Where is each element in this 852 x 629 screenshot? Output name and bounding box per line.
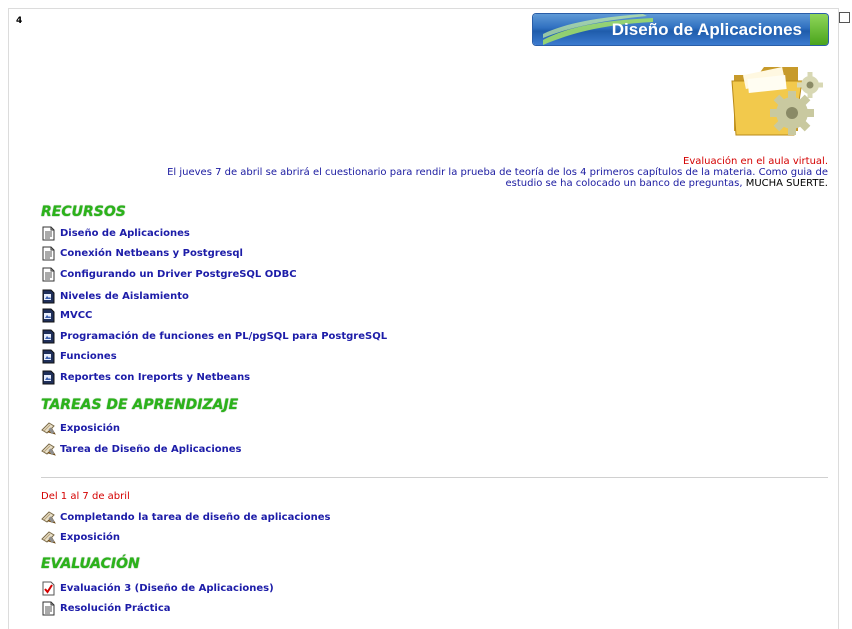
document-icon	[41, 267, 56, 282]
week-number: 4	[16, 16, 23, 26]
assignment-link-label[interactable]: Exposición	[60, 423, 120, 434]
resource-link[interactable]: Configurando un Driver PostgreSQL ODBC	[41, 266, 297, 282]
announcement-luck: MUCHA SUERTE.	[742, 178, 828, 189]
folder-gear-icon	[731, 66, 823, 136]
assignment-link-label[interactable]: Completando la tarea de diseño de aplica…	[60, 512, 330, 523]
date-range: Del 1 al 7 de abril	[41, 491, 130, 502]
section-heading-recursos: RECURSOS	[41, 204, 126, 220]
resource-link-label[interactable]: MVCC	[60, 310, 92, 321]
resource-link[interactable]: Reportes con Ireports y Netbeans	[41, 369, 250, 385]
resource-link[interactable]: Programación de funciones en PL/pgSQL pa…	[41, 328, 387, 344]
pdf-icon	[41, 289, 56, 304]
assignment-link[interactable]: Completando la tarea de diseño de aplica…	[41, 509, 330, 525]
resource-link[interactable]: Resolución Práctica	[41, 600, 171, 616]
banner-accent	[810, 14, 828, 45]
section-heading-tareas: TAREAS DE APRENDIZAJE	[41, 397, 239, 413]
assignment-icon	[41, 421, 56, 436]
pdf-icon	[41, 308, 56, 323]
resource-link-label[interactable]: Resolución Práctica	[60, 603, 171, 614]
assignment-link-label[interactable]: Exposición	[60, 532, 120, 543]
announcement-line: El jueves 7 de abril se abrirá el cuesti…	[167, 167, 828, 178]
resource-link[interactable]: Conexión Netbeans y Postgresql	[41, 245, 243, 261]
quiz-link-label[interactable]: Evaluación 3 (Diseño de Aplicaciones)	[60, 583, 274, 594]
highlight-checkbox[interactable]	[839, 12, 850, 23]
announcement: Evaluación en el aula virtual. El jueves…	[68, 156, 828, 189]
resource-link-label[interactable]: Conexión Netbeans y Postgresql	[60, 248, 243, 259]
announcement-title: Evaluación en el aula virtual.	[683, 156, 828, 167]
quiz-link[interactable]: Evaluación 3 (Diseño de Aplicaciones)	[41, 580, 274, 596]
resource-link[interactable]: Niveles de Aislamiento	[41, 288, 189, 304]
resource-link-label[interactable]: Programación de funciones en PL/pgSQL pa…	[60, 331, 387, 342]
topic-frame	[8, 8, 839, 629]
assignment-link[interactable]: Exposición	[41, 420, 120, 436]
resource-link-label[interactable]: Niveles de Aislamiento	[60, 291, 189, 302]
banner-title: Diseño de Aplicaciones	[611, 20, 802, 39]
quiz-icon	[41, 581, 56, 596]
section-divider	[41, 477, 828, 478]
assignment-link[interactable]: Exposición	[41, 529, 120, 545]
course-banner: Diseño de Aplicaciones	[533, 14, 828, 45]
resource-link-label[interactable]: Funciones	[60, 351, 117, 362]
resource-link[interactable]: Funciones	[41, 348, 117, 364]
document-icon	[41, 226, 56, 241]
pdf-icon	[41, 370, 56, 385]
assignment-icon	[41, 530, 56, 545]
resource-link[interactable]: Diseño de Aplicaciones	[41, 225, 190, 241]
assignment-link[interactable]: Tarea de Diseño de Aplicaciones	[41, 441, 242, 457]
announcement-line-end: estudio se ha colocado un banco de pregu…	[505, 178, 743, 189]
document-icon	[41, 601, 56, 616]
document-icon	[41, 246, 56, 261]
pdf-icon	[41, 349, 56, 364]
pdf-icon	[41, 329, 56, 344]
resource-link-label[interactable]: Reportes con Ireports y Netbeans	[60, 372, 250, 383]
resource-link-label[interactable]: Diseño de Aplicaciones	[60, 228, 190, 239]
resource-link-label[interactable]: Configurando un Driver PostgreSQL ODBC	[60, 269, 297, 280]
assignment-link-label[interactable]: Tarea de Diseño de Aplicaciones	[60, 444, 242, 455]
assignment-icon	[41, 510, 56, 525]
assignment-icon	[41, 442, 56, 457]
section-heading-evaluacion: EVALUACIÓN	[41, 556, 140, 572]
resource-link[interactable]: MVCC	[41, 307, 92, 323]
